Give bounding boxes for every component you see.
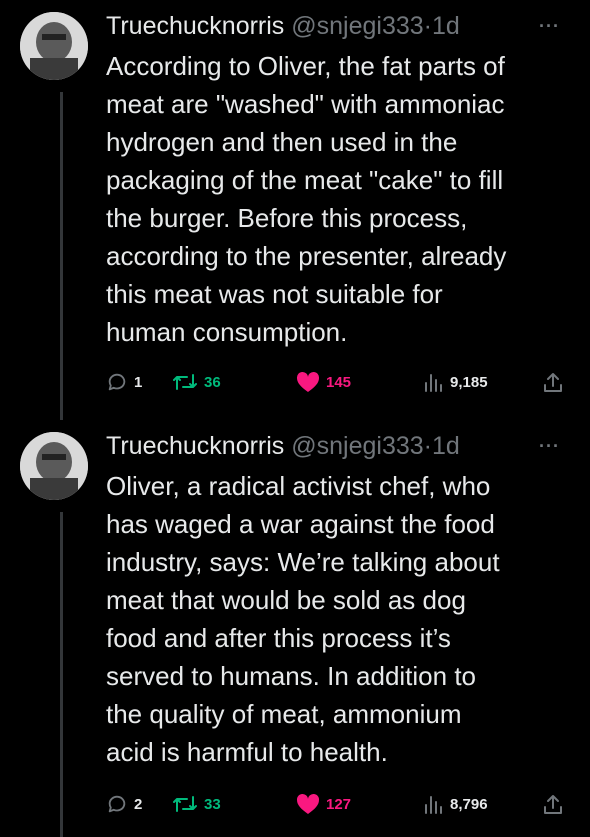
reply-button[interactable]: 2	[106, 789, 142, 819]
author-handle[interactable]: @snjegi333	[291, 432, 423, 460]
like-count: 127	[326, 795, 352, 813]
like-button[interactable]: 145	[296, 367, 351, 397]
avatar-photo	[20, 12, 88, 80]
views-icon	[425, 796, 442, 814]
thread-line	[60, 512, 63, 837]
reply-icon	[108, 373, 126, 391]
tweet-header: Truechucknorris @snjegi333·1d ···	[106, 9, 570, 43]
separator: ·	[423, 12, 432, 40]
retweet-count: 36	[204, 373, 221, 391]
separator: ·	[423, 432, 432, 460]
retweet-button[interactable]: 36	[172, 367, 221, 397]
timestamp[interactable]: 1d	[432, 12, 460, 40]
more-icon[interactable]: ···	[539, 429, 560, 463]
author-name[interactable]: Truechucknorris	[106, 432, 284, 460]
reply-icon	[108, 795, 126, 813]
views-count: 8,796	[450, 795, 488, 813]
tweet-text: According to Oliver, the fat parts of me…	[106, 51, 507, 347]
tweet-actions: 1 36 145 9,185	[106, 367, 572, 397]
share-button[interactable]	[542, 789, 564, 819]
reply-count: 2	[134, 795, 143, 813]
retweet-button[interactable]: 33	[172, 789, 221, 819]
like-count: 145	[326, 373, 352, 391]
retweet-icon	[173, 374, 197, 390]
retweet-icon	[173, 796, 197, 812]
tweet-header: Truechucknorris @snjegi333·1d ···	[106, 429, 570, 463]
more-icon[interactable]: ···	[539, 9, 560, 43]
avatar[interactable]	[20, 12, 88, 80]
author-handle[interactable]: @snjegi333	[291, 12, 423, 40]
avatar-photo	[20, 432, 88, 500]
tweet-actions: 2 33 127 8,796	[106, 789, 572, 819]
timestamp[interactable]: 1d	[432, 432, 460, 460]
like-icon	[296, 793, 320, 814]
share-button[interactable]	[542, 367, 564, 397]
share-icon	[544, 373, 562, 392]
views-count: 9,185	[450, 373, 488, 391]
reply-count: 1	[134, 373, 143, 391]
thread-line	[60, 92, 63, 420]
like-button[interactable]: 127	[296, 789, 351, 819]
tweet[interactable]: Truechucknorris @snjegi333·1d ··· Accord…	[0, 0, 590, 420]
reply-button[interactable]: 1	[106, 367, 142, 397]
avatar[interactable]	[20, 432, 88, 500]
retweet-count: 33	[204, 795, 221, 813]
author-name[interactable]: Truechucknorris	[106, 12, 284, 40]
views-button[interactable]: 8,796	[424, 789, 488, 819]
share-icon	[544, 795, 562, 814]
like-icon	[296, 371, 320, 392]
views-button[interactable]: 9,185	[424, 367, 488, 397]
tweet[interactable]: Truechucknorris @snjegi333·1d ··· Oliver…	[0, 420, 590, 837]
views-icon	[425, 374, 442, 392]
tweet-text: Oliver, a radical activist chef, who has…	[106, 471, 500, 767]
